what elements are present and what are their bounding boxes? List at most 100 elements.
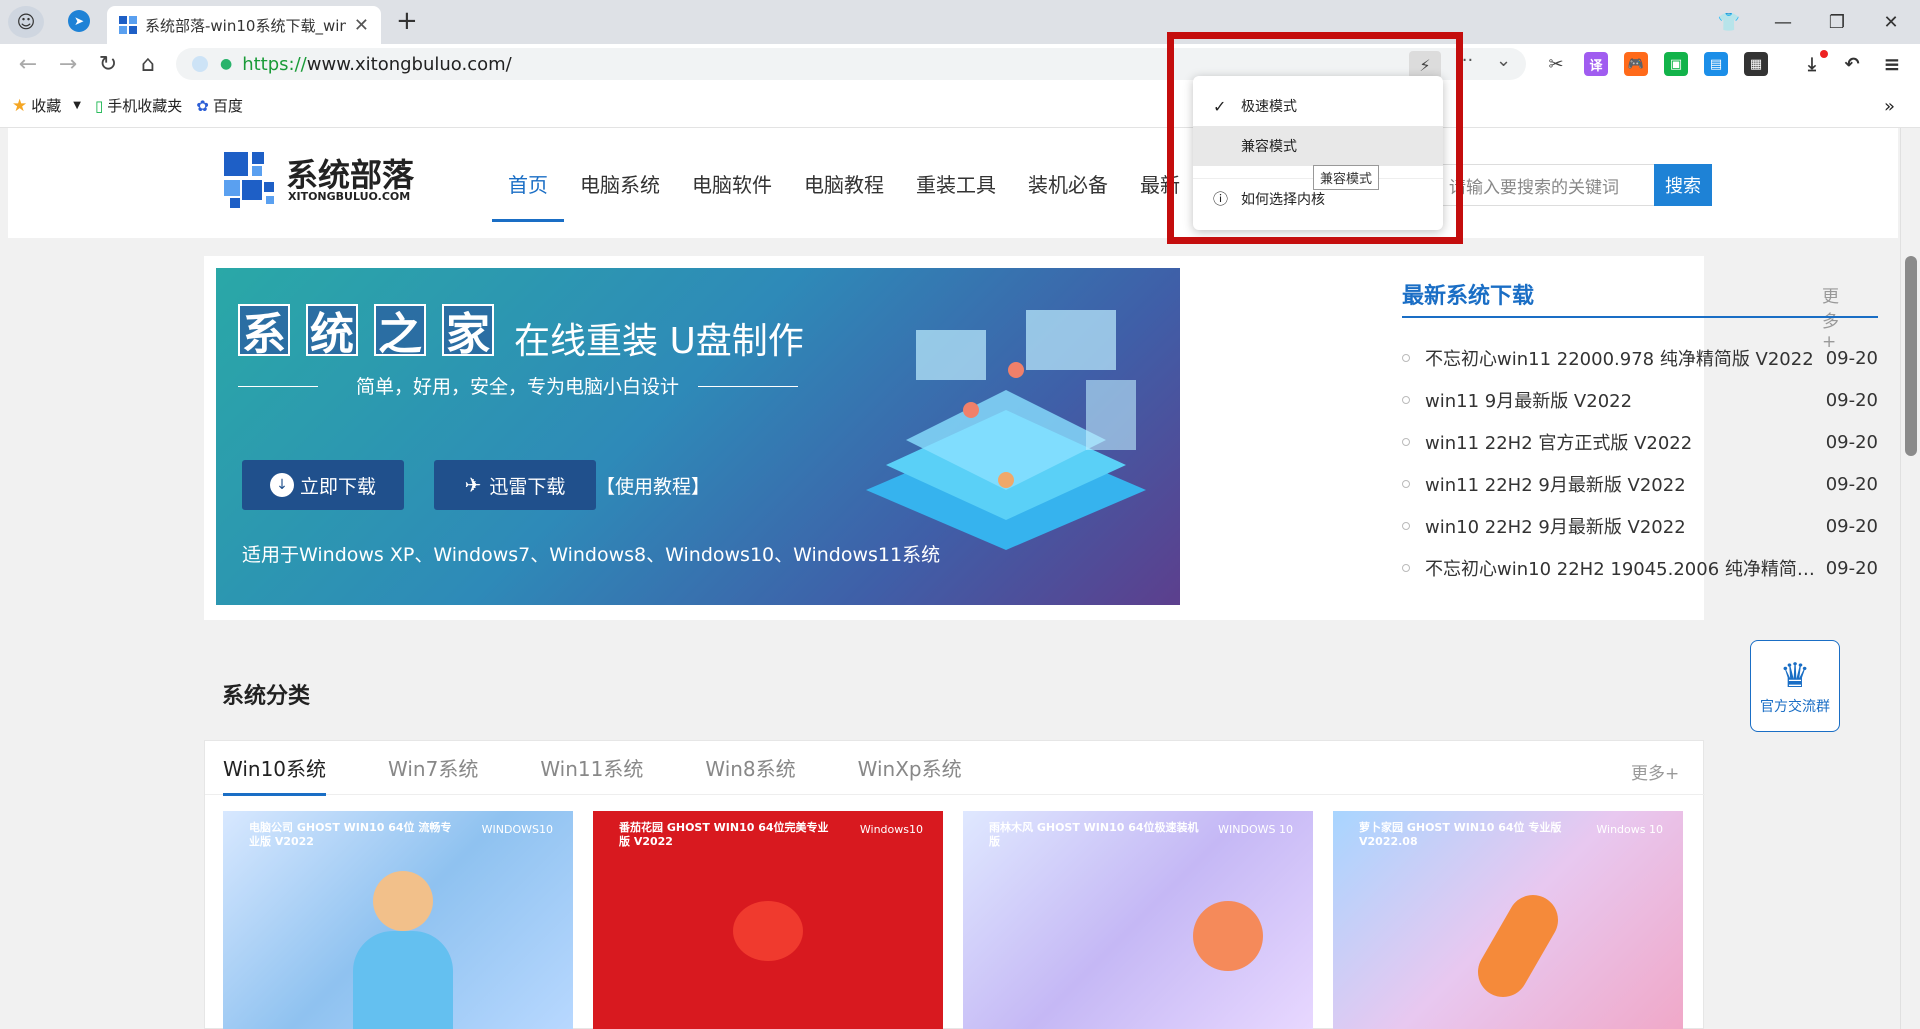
nav-item-tutorials[interactable]: 电脑教程 [804,128,884,238]
tab-title: 系统部落-win10系统下载_win [145,16,346,35]
list-item[interactable]: 不忘初心win11 22000.978 纯净精简版 V2022 09-20 [1402,338,1878,378]
tab-win8[interactable]: Win8系统 [705,741,795,795]
list-item[interactable]: win10 22H2 9月最新版 V2022 09-20 [1402,506,1878,546]
list-item[interactable]: win11 22H2 官方正式版 V2022 09-20 [1402,422,1878,462]
bookmark-baidu[interactable]: ✿ 百度 [196,95,243,116]
tab-close-icon[interactable]: ✕ [354,15,369,36]
person-illustration [373,871,433,931]
latest-title: 最新系统下载 [1402,284,1535,309]
forward-button[interactable]: → [52,48,84,80]
list-item-date: 09-20 [1825,389,1878,411]
minimize-button[interactable]: — [1760,6,1806,38]
windows-logo: WINDOWS10 [481,823,553,836]
bullet-icon [1402,396,1410,404]
home-button[interactable]: ⌂ [132,48,164,80]
new-tab-button[interactable]: + [396,6,418,36]
system-card[interactable]: 雨林木风 GHOST WIN10 64位极速装机版 WINDOWS 10 [963,811,1313,1029]
xunlei-bird-icon: ✈ [464,473,482,497]
download-badge [1820,50,1828,58]
logo-text-en: XITONGBULUO.COM [288,190,411,203]
book-icon[interactable]: ▣ [1664,52,1688,76]
divider [238,386,318,387]
site-header: 系统部落 XITONGBULUO.COM 首页 电脑系统 电脑软件 电脑教程 重… [8,128,1898,238]
nav-item-essentials[interactable]: 装机必备 [1028,128,1108,238]
nav-item-systems[interactable]: 电脑系统 [580,128,660,238]
page-scrollbar[interactable] [1900,128,1920,1029]
banner-char: 家 [442,304,494,360]
bookmarks-bar: ★ 收藏 ▼ ▯ 手机收藏夹 ✿ 百度 » [0,84,1920,128]
banner-char: 系 [238,304,290,360]
scrollbar-thumb[interactable] [1905,256,1917,456]
menu-icon[interactable]: ≡ [1880,52,1904,76]
bookmark-favorites[interactable]: ★ 收藏 ▼ [12,95,81,116]
nav-item-reinstall[interactable]: 重装工具 [916,128,996,238]
scissors-icon[interactable]: ✂ [1544,52,1568,76]
section-title: 系统分类 [222,684,311,709]
bookmark-label: 收藏 [31,97,62,115]
divider [698,386,798,387]
notes-icon[interactable]: ▤ [1704,52,1728,76]
list-item[interactable]: win11 22H2 9月最新版 V2022 09-20 [1402,464,1878,504]
baidu-paw-icon: ✿ [196,96,209,115]
browser-avatar-icon[interactable]: ☺ [8,6,44,38]
search-button[interactable]: 搜索 [1654,164,1712,206]
tab-win11[interactable]: Win11系统 [540,741,643,795]
banner-subtitle: 简单，好用，安全，专为电脑小白设计 [356,376,680,398]
site-logo[interactable]: 系统部落 XITONGBULUO.COM [224,150,434,210]
main-nav: 首页 电脑系统 电脑软件 电脑教程 重装工具 装机必备 最新 更 [492,128,1248,238]
back-button[interactable]: ← [12,48,44,80]
tab-win7[interactable]: Win7系统 [388,741,478,795]
tab-active[interactable]: 系统部落-win10系统下载_win ✕ [107,6,381,44]
highlight-box [1167,32,1463,244]
tab-winxp[interactable]: WinXp系统 [858,741,962,795]
bullet-icon [1402,480,1410,488]
bookmarks-overflow-icon[interactable]: » [1884,96,1895,117]
system-card[interactable]: 电脑公司 GHOST WIN10 64位 流畅专业版 V2022 WINDOWS… [223,811,573,1029]
download-now-button[interactable]: ↓ 立即下载 [242,460,404,510]
apps-grid-icon[interactable]: ▦ [1744,52,1768,76]
bookmark-mobile[interactable]: ▯ 手机收藏夹 [95,95,182,116]
hero-banner[interactable]: 系 统 之 家 在线重装 U盘制作 简单，好用，安全，专为电脑小白设计 ↓ 立即… [216,268,1180,605]
tab-strip: ☺ ➤ 系统部落-win10系统下载_win ✕ + 👕 — ❐ ✕ [0,0,1920,44]
phone-icon: ▯ [94,96,104,115]
latest-downloads: 最新系统下载 更多+ 不忘初心win11 22000.978 纯净精简版 V20… [1402,256,1878,620]
qq-group-button[interactable]: ♛ 官方交流群 [1750,640,1840,732]
restore-button[interactable]: ❐ [1814,6,1860,38]
list-item[interactable]: 不忘初心win10 22H2 19045.2006 纯净精简版 ... 09-20 [1402,548,1878,588]
qq-group-label: 官方交流群 [1760,699,1830,715]
carrot-illustration [1468,885,1568,1007]
undo-icon[interactable]: ↶ [1840,52,1864,76]
list-item-title: win11 22H2 官方正式版 V2022 [1425,433,1693,454]
chevron-down-icon[interactable]: ⌄ [1496,50,1511,71]
address-toolbar: ← → ↻ ⌂ ● https://www.xitongbuluo.com/ ·… [0,44,1920,84]
banner-char: 之 [374,304,426,360]
list-item-date: 09-20 [1825,515,1878,537]
windows-logo: WINDOWS 10 [1218,823,1293,836]
nav-item-software[interactable]: 电脑软件 [692,128,772,238]
list-item-date: 09-20 [1825,347,1878,369]
list-item[interactable]: win11 9月最新版 V2022 09-20 [1402,380,1878,420]
hero-section: 系 统 之 家 在线重装 U盘制作 简单，好用，安全，专为电脑小白设计 ↓ 立即… [204,256,1878,620]
banner-title: 在线重装 U盘制作 [514,321,804,362]
download-now-label: 立即下载 [299,475,376,498]
telegram-icon[interactable]: ➤ [68,10,90,32]
xunlei-download-button[interactable]: ✈ 迅雷下载 [434,460,596,510]
bullet-icon [1402,438,1410,446]
category-more-link[interactable]: 更多+ [1631,759,1679,784]
nav-item-home[interactable]: 首页 [492,128,564,238]
reload-button[interactable]: ↻ [92,48,124,80]
tab-win10[interactable]: Win10系统 [223,741,327,796]
game-icon[interactable]: 🎮 [1624,52,1648,76]
site-security-icon[interactable] [192,56,208,72]
windows-logo: Windows 10 [1596,823,1663,836]
caret-down-icon: ▼ [73,100,81,111]
skin-icon[interactable]: 👕 [1706,6,1752,38]
tomato-illustration [733,901,803,961]
system-card[interactable]: 萝卜家园 GHOST WIN10 64位 专业版 V2022.08 Window… [1333,811,1683,1029]
isometric-illustration [866,310,1146,550]
close-window-button[interactable]: ✕ [1868,6,1914,38]
tutorial-link[interactable]: 【使用教程】 [596,472,710,499]
system-card[interactable]: 番茄花园 GHOST WIN10 64位完美专业版 V2022 Windows1… [593,811,943,1029]
translate-icon[interactable]: 译 [1584,52,1608,76]
list-item-date: 09-20 [1825,557,1878,579]
